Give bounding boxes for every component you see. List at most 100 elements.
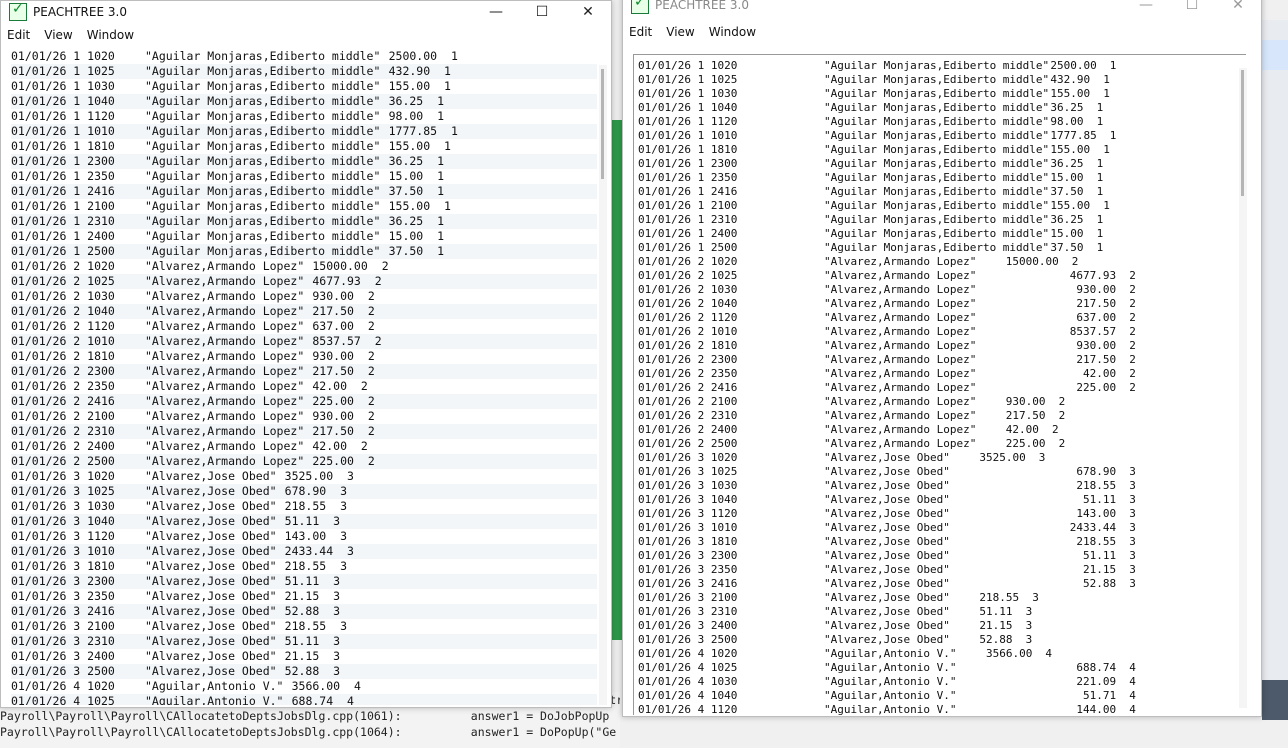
report-employee-number: 1	[1109, 129, 1117, 142]
report-line: 01/01/26 4 1120 "Aguilar,Antonio V." 144.0…	[634, 703, 1246, 715]
report-date-employee-code: 01/01/26 2 2310	[11, 424, 115, 438]
report-employee-number: 3	[333, 649, 341, 663]
report-text-area[interactable]: 01/01/26 1 1020 "Aguilar Monjaras,Edibert…	[11, 49, 597, 705]
report-employee-number: 2	[367, 289, 375, 303]
menu-window[interactable]: Window	[709, 25, 756, 39]
report-employee-name: "Aguilar Monjaras,Ediberto middle"	[824, 171, 1050, 184]
report-amount: 52.88	[284, 664, 320, 678]
report-employee-name: "Alvarez,Armando Lopez"	[824, 409, 977, 422]
report-date-employee-code: 01/01/26 1 1020	[638, 59, 738, 72]
report-employee-name: "Aguilar Monjaras,Ediberto middle"	[145, 229, 381, 243]
report-amount: 637.00	[312, 319, 354, 333]
report-text-area[interactable]: 01/01/26 1 1020 "Aguilar Monjaras,Edibert…	[633, 54, 1246, 715]
report-amount: 4677.93	[312, 274, 361, 288]
window-title-bar[interactable]: PEACHTREE 3.0 — ☐ ✕	[623, 0, 1261, 16]
report-employee-name: "Aguilar Monjaras,Ediberto middle"	[145, 184, 381, 198]
report-date-employee-code: 01/01/26 2 2350	[638, 367, 738, 380]
scrollbar-thumb[interactable]	[1241, 70, 1244, 196]
report-date-employee-code: 01/01/26 1 1030	[638, 87, 738, 100]
report-employee-name: "Alvarez,Jose Obed"	[145, 619, 277, 633]
report-employee-name: "Aguilar Monjaras,Ediberto middle"	[145, 79, 381, 93]
report-employee-name: "Alvarez,Jose Obed"	[145, 514, 277, 528]
report-line: 01/01/26 3 1025 "Alvarez,Jose Obed" 678.90…	[11, 484, 597, 499]
report-amount: 8537.57	[312, 334, 361, 348]
report-employee-name: "Alvarez,Jose Obed"	[824, 493, 950, 506]
report-employee-number: 1	[1103, 87, 1110, 100]
menu-view[interactable]: View	[666, 25, 694, 39]
minimize-button[interactable]: —	[473, 1, 519, 23]
report-amount: 218.55	[284, 619, 327, 633]
report-line: 01/01/26 2 1040 "Alvarez,Armando Lopez" 21…	[634, 297, 1246, 311]
maximize-icon: ☐	[1185, 0, 1199, 13]
report-employee-name: "Aguilar Monjaras,Ediberto middle"	[145, 49, 381, 63]
report-line: 01/01/26 2 2400 "Alvarez,Armando Lopez" 42…	[11, 439, 597, 454]
report-date-employee-code: 01/01/26 2 2416	[638, 381, 738, 394]
close-icon: ✕	[582, 4, 594, 20]
report-date-employee-code: 01/01/26 2 2300	[638, 353, 738, 366]
report-employee-number: 1	[437, 244, 445, 258]
report-amount: 221.09	[1076, 675, 1117, 688]
menu-window[interactable]: Window	[87, 28, 134, 42]
report-line: 01/01/26 1 2400 "Aguilar Monjaras,Edibert…	[634, 227, 1246, 241]
close-button[interactable]: ✕	[1215, 0, 1261, 16]
peachtree-window-right[interactable]: PEACHTREE 3.0 — ☐ ✕ Edit View Window 01/…	[622, 0, 1262, 717]
report-amount: 225.00	[312, 454, 354, 468]
report-employee-name: "Alvarez,Armando Lopez"	[824, 325, 977, 338]
report-date-employee-code: 01/01/26 2 2300	[11, 364, 115, 378]
report-line: 01/01/26 1 1040 "Aguilar Monjaras,Edibert…	[11, 94, 597, 109]
maximize-button[interactable]: ☐	[1169, 0, 1215, 16]
report-employee-number: 3	[1129, 507, 1136, 520]
report-employee-number: 2	[367, 454, 375, 468]
scrollbar-thumb[interactable]	[601, 69, 604, 179]
close-button[interactable]: ✕	[565, 1, 611, 23]
menu-view[interactable]: View	[44, 28, 72, 42]
report-line: 01/01/26 4 1020 "Aguilar,Antonio V." 3566.…	[634, 647, 1246, 661]
window-title-bar[interactable]: PEACHTREE 3.0 — ☐ ✕	[1, 1, 611, 23]
report-employee-name: "Alvarez,Jose Obed"	[824, 521, 950, 534]
minimize-button[interactable]: —	[1123, 0, 1169, 16]
report-date-employee-code: 01/01/26 3 2100	[638, 591, 738, 604]
report-date-employee-code: 01/01/26 1 1120	[11, 109, 115, 123]
report-date-employee-code: 01/01/26 3 2100	[11, 619, 115, 633]
menu-edit[interactable]: Edit	[7, 28, 30, 42]
report-employee-name: "Alvarez,Armando Lopez"	[145, 319, 305, 333]
report-employee-number: 4	[1129, 661, 1136, 674]
report-amount: 15.00	[1050, 227, 1084, 240]
report-date-employee-code: 01/01/26 2 2400	[638, 423, 738, 436]
report-employee-number: 1	[444, 199, 451, 213]
report-date-employee-code: 01/01/26 2 1040	[638, 297, 738, 310]
menu-edit[interactable]: Edit	[629, 25, 652, 39]
report-employee-number: 2	[1129, 269, 1136, 282]
report-line: 01/01/26 2 2310 "Alvarez,Armando Lopez" 21…	[11, 424, 597, 439]
find-result-line: Payroll\Payroll\Payroll\CAllocatetoDepts…	[0, 725, 617, 739]
report-employee-name: "Alvarez,Armando Lopez"	[824, 381, 977, 394]
report-employee-name: "Aguilar Monjaras,Ediberto middle"	[824, 129, 1050, 142]
report-employee-name: "Alvarez,Armando Lopez"	[824, 255, 977, 268]
report-amount: 155.00	[1050, 143, 1091, 156]
report-employee-name: "Alvarez,Armando Lopez"	[824, 395, 977, 408]
report-amount: 52.88	[979, 633, 1013, 646]
report-employee-number: 2	[367, 364, 375, 378]
vertical-scrollbar[interactable]	[1239, 68, 1247, 708]
vertical-scrollbar[interactable]	[599, 65, 607, 705]
close-icon: ✕	[1232, 0, 1244, 13]
report-employee-number: 2	[1129, 339, 1136, 352]
report-amount: 98.00	[388, 109, 424, 123]
report-employee-name: "Aguilar,Antonio V."	[824, 647, 957, 660]
maximize-button[interactable]: ☐	[519, 1, 565, 23]
report-employee-number: 2	[360, 439, 368, 453]
report-line: 01/01/26 3 1010 "Alvarez,Jose Obed" 2433.4…	[634, 521, 1246, 535]
report-line: 01/01/26 1 2400 "Aguilar Monjaras,Edibert…	[11, 229, 597, 244]
report-amount: 37.50	[1050, 185, 1084, 198]
report-amount: 15000.00	[1005, 255, 1059, 268]
report-employee-name: "Alvarez,Jose Obed"	[145, 649, 277, 663]
report-date-employee-code: 01/01/26 2 1120	[11, 319, 115, 333]
maximize-icon: ☐	[535, 4, 549, 20]
report-line: 01/01/26 3 1020 "Alvarez,Jose Obed" 3525.0…	[634, 451, 1246, 465]
report-employee-name: "Alvarez,Armando Lopez"	[824, 297, 977, 310]
report-amount: 155.00	[388, 79, 431, 93]
report-amount: 217.50	[1076, 353, 1117, 366]
report-amount: 51.11	[284, 574, 320, 588]
peachtree-window-left[interactable]: PEACHTREE 3.0 — ☐ ✕ Edit View Window 01/…	[0, 0, 612, 708]
report-employee-number: 2	[367, 319, 375, 333]
